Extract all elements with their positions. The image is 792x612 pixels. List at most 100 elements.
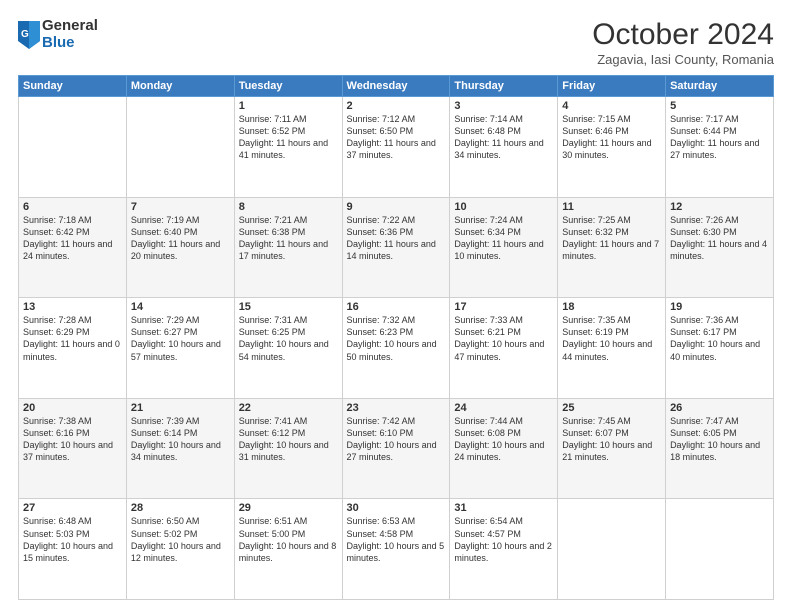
day-cell: 18Sunrise: 7:35 AMSunset: 6:19 PMDayligh… — [558, 298, 666, 399]
day-cell: 7Sunrise: 7:19 AMSunset: 6:40 PMDaylight… — [126, 197, 234, 298]
day-cell: 3Sunrise: 7:14 AMSunset: 6:48 PMDaylight… — [450, 97, 558, 198]
day-cell: 29Sunrise: 6:51 AMSunset: 5:00 PMDayligh… — [234, 499, 342, 600]
day-info: Sunrise: 7:14 AMSunset: 6:48 PMDaylight:… — [454, 113, 553, 162]
day-cell: 20Sunrise: 7:38 AMSunset: 6:16 PMDayligh… — [19, 398, 127, 499]
calendar-table: SundayMondayTuesdayWednesdayThursdayFrid… — [18, 75, 774, 600]
day-header-sunday: Sunday — [19, 76, 127, 97]
day-header-wednesday: Wednesday — [342, 76, 450, 97]
day-info: Sunrise: 6:51 AMSunset: 5:00 PMDaylight:… — [239, 515, 338, 564]
day-number: 20 — [23, 402, 122, 414]
day-cell — [19, 97, 127, 198]
logo-blue-text: Blue — [42, 35, 98, 52]
day-number: 7 — [131, 201, 230, 213]
page: G General Blue October 2024 Zagavia, Ias… — [0, 0, 792, 612]
day-number: 26 — [670, 402, 769, 414]
day-info: Sunrise: 6:54 AMSunset: 4:57 PMDaylight:… — [454, 515, 553, 564]
day-number: 8 — [239, 201, 338, 213]
day-number: 29 — [239, 502, 338, 514]
day-info: Sunrise: 7:36 AMSunset: 6:17 PMDaylight:… — [670, 314, 769, 363]
day-cell: 28Sunrise: 6:50 AMSunset: 5:02 PMDayligh… — [126, 499, 234, 600]
day-cell: 2Sunrise: 7:12 AMSunset: 6:50 PMDaylight… — [342, 97, 450, 198]
day-number: 1 — [239, 100, 338, 112]
day-number: 21 — [131, 402, 230, 414]
day-header-monday: Monday — [126, 76, 234, 97]
day-cell: 6Sunrise: 7:18 AMSunset: 6:42 PMDaylight… — [19, 197, 127, 298]
day-info: Sunrise: 7:31 AMSunset: 6:25 PMDaylight:… — [239, 314, 338, 363]
day-cell: 19Sunrise: 7:36 AMSunset: 6:17 PMDayligh… — [666, 298, 774, 399]
day-number: 16 — [347, 301, 446, 313]
day-info: Sunrise: 7:44 AMSunset: 6:08 PMDaylight:… — [454, 415, 553, 464]
day-cell — [126, 97, 234, 198]
day-info: Sunrise: 7:18 AMSunset: 6:42 PMDaylight:… — [23, 214, 122, 263]
day-number: 31 — [454, 502, 553, 514]
day-number: 11 — [562, 201, 661, 213]
header: G General Blue October 2024 Zagavia, Ias… — [18, 18, 774, 67]
day-cell — [666, 499, 774, 600]
day-number: 25 — [562, 402, 661, 414]
week-row-4: 27Sunrise: 6:48 AMSunset: 5:03 PMDayligh… — [19, 499, 774, 600]
calendar-body: 1Sunrise: 7:11 AMSunset: 6:52 PMDaylight… — [19, 97, 774, 600]
day-info: Sunrise: 7:32 AMSunset: 6:23 PMDaylight:… — [347, 314, 446, 363]
day-number: 24 — [454, 402, 553, 414]
day-number: 4 — [562, 100, 661, 112]
day-cell: 26Sunrise: 7:47 AMSunset: 6:05 PMDayligh… — [666, 398, 774, 499]
day-cell: 8Sunrise: 7:21 AMSunset: 6:38 PMDaylight… — [234, 197, 342, 298]
day-number: 22 — [239, 402, 338, 414]
day-cell: 10Sunrise: 7:24 AMSunset: 6:34 PMDayligh… — [450, 197, 558, 298]
day-cell: 25Sunrise: 7:45 AMSunset: 6:07 PMDayligh… — [558, 398, 666, 499]
day-cell: 12Sunrise: 7:26 AMSunset: 6:30 PMDayligh… — [666, 197, 774, 298]
day-number: 12 — [670, 201, 769, 213]
week-row-3: 20Sunrise: 7:38 AMSunset: 6:16 PMDayligh… — [19, 398, 774, 499]
day-info: Sunrise: 7:26 AMSunset: 6:30 PMDaylight:… — [670, 214, 769, 263]
day-number: 17 — [454, 301, 553, 313]
day-cell: 31Sunrise: 6:54 AMSunset: 4:57 PMDayligh… — [450, 499, 558, 600]
week-row-0: 1Sunrise: 7:11 AMSunset: 6:52 PMDaylight… — [19, 97, 774, 198]
day-info: Sunrise: 6:53 AMSunset: 4:58 PMDaylight:… — [347, 515, 446, 564]
day-number: 13 — [23, 301, 122, 313]
day-info: Sunrise: 6:48 AMSunset: 5:03 PMDaylight:… — [23, 515, 122, 564]
day-info: Sunrise: 7:21 AMSunset: 6:38 PMDaylight:… — [239, 214, 338, 263]
day-number: 28 — [131, 502, 230, 514]
week-row-1: 6Sunrise: 7:18 AMSunset: 6:42 PMDaylight… — [19, 197, 774, 298]
logo: G General Blue — [18, 18, 98, 51]
day-cell: 9Sunrise: 7:22 AMSunset: 6:36 PMDaylight… — [342, 197, 450, 298]
month-title: October 2024 — [592, 18, 774, 52]
day-info: Sunrise: 7:45 AMSunset: 6:07 PMDaylight:… — [562, 415, 661, 464]
day-cell: 15Sunrise: 7:31 AMSunset: 6:25 PMDayligh… — [234, 298, 342, 399]
day-cell: 1Sunrise: 7:11 AMSunset: 6:52 PMDaylight… — [234, 97, 342, 198]
day-header-friday: Friday — [558, 76, 666, 97]
day-cell: 14Sunrise: 7:29 AMSunset: 6:27 PMDayligh… — [126, 298, 234, 399]
day-number: 23 — [347, 402, 446, 414]
day-cell: 17Sunrise: 7:33 AMSunset: 6:21 PMDayligh… — [450, 298, 558, 399]
day-cell: 30Sunrise: 6:53 AMSunset: 4:58 PMDayligh… — [342, 499, 450, 600]
day-info: Sunrise: 7:15 AMSunset: 6:46 PMDaylight:… — [562, 113, 661, 162]
day-info: Sunrise: 7:38 AMSunset: 6:16 PMDaylight:… — [23, 415, 122, 464]
day-header-thursday: Thursday — [450, 76, 558, 97]
header-row: SundayMondayTuesdayWednesdayThursdayFrid… — [19, 76, 774, 97]
logo-general-text: General — [42, 18, 98, 35]
day-cell: 27Sunrise: 6:48 AMSunset: 5:03 PMDayligh… — [19, 499, 127, 600]
logo-icon: G — [18, 21, 40, 49]
day-number: 6 — [23, 201, 122, 213]
day-number: 15 — [239, 301, 338, 313]
svg-text:G: G — [21, 29, 29, 40]
day-header-tuesday: Tuesday — [234, 76, 342, 97]
day-cell: 16Sunrise: 7:32 AMSunset: 6:23 PMDayligh… — [342, 298, 450, 399]
week-row-2: 13Sunrise: 7:28 AMSunset: 6:29 PMDayligh… — [19, 298, 774, 399]
day-info: Sunrise: 7:25 AMSunset: 6:32 PMDaylight:… — [562, 214, 661, 263]
day-number: 30 — [347, 502, 446, 514]
day-number: 10 — [454, 201, 553, 213]
day-info: Sunrise: 7:47 AMSunset: 6:05 PMDaylight:… — [670, 415, 769, 464]
day-info: Sunrise: 7:11 AMSunset: 6:52 PMDaylight:… — [239, 113, 338, 162]
day-cell — [558, 499, 666, 600]
day-cell: 22Sunrise: 7:41 AMSunset: 6:12 PMDayligh… — [234, 398, 342, 499]
day-info: Sunrise: 7:41 AMSunset: 6:12 PMDaylight:… — [239, 415, 338, 464]
day-cell: 11Sunrise: 7:25 AMSunset: 6:32 PMDayligh… — [558, 197, 666, 298]
location: Zagavia, Iasi County, Romania — [592, 52, 774, 67]
day-info: Sunrise: 7:35 AMSunset: 6:19 PMDaylight:… — [562, 314, 661, 363]
day-info: Sunrise: 7:39 AMSunset: 6:14 PMDaylight:… — [131, 415, 230, 464]
day-header-saturday: Saturday — [666, 76, 774, 97]
day-info: Sunrise: 7:33 AMSunset: 6:21 PMDaylight:… — [454, 314, 553, 363]
calendar-header: SundayMondayTuesdayWednesdayThursdayFrid… — [19, 76, 774, 97]
day-cell: 4Sunrise: 7:15 AMSunset: 6:46 PMDaylight… — [558, 97, 666, 198]
